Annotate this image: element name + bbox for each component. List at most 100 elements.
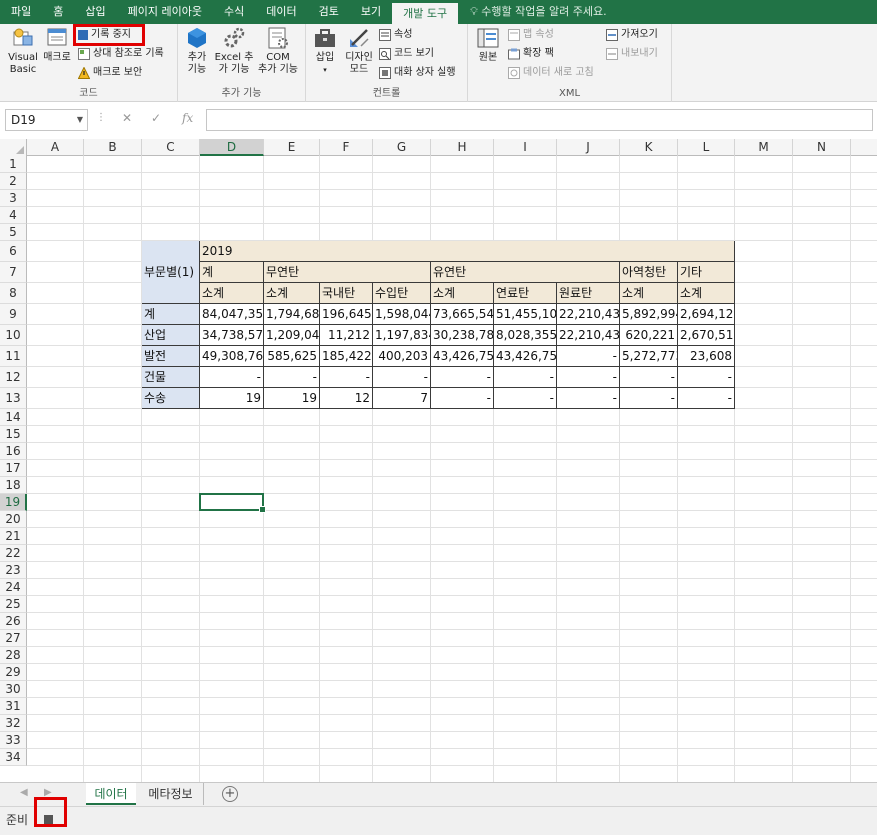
column-header-F[interactable]: F (320, 139, 373, 156)
data-cell[interactable]: - (431, 367, 494, 388)
row-label-cell[interactable]: 수송 (142, 388, 200, 409)
row-label-cell[interactable]: 발전 (142, 346, 200, 367)
active-cell-selection[interactable] (199, 493, 266, 513)
column-header-E[interactable]: E (264, 139, 320, 156)
column-header-K[interactable]: K (620, 139, 678, 156)
data-cell[interactable]: 185,422 (320, 346, 373, 367)
group-header-cell[interactable]: 유연탄 (431, 262, 620, 283)
data-cell[interactable]: - (557, 388, 620, 409)
row-header-10[interactable]: 10 (0, 325, 27, 346)
year-header-cell[interactable]: 2019 (200, 241, 735, 262)
insert-control-button[interactable]: 삽입 ▾ (309, 26, 341, 76)
data-cell[interactable]: 5,272,773 (620, 346, 678, 367)
row-header-15[interactable]: 15 (0, 426, 27, 443)
data-cell[interactable]: - (678, 388, 735, 409)
row-header-13[interactable]: 13 (0, 388, 27, 409)
data-cell[interactable]: 22,210,434 (557, 304, 620, 325)
data-cell[interactable]: - (200, 367, 264, 388)
data-cell[interactable]: 84,047,352 (200, 304, 264, 325)
data-cell[interactable]: - (320, 367, 373, 388)
sheet-tab-data[interactable]: 데이터 (86, 783, 136, 805)
subheader-cell[interactable]: 소계 (620, 283, 678, 304)
data-cell[interactable]: 49,308,760 (200, 346, 264, 367)
row-header-3[interactable]: 3 (0, 190, 27, 207)
row-header-9[interactable]: 9 (0, 304, 27, 325)
row-header-34[interactable]: 34 (0, 749, 27, 766)
column-header-N[interactable]: N (793, 139, 851, 156)
ribbon-tab-0[interactable]: 파일 (0, 0, 42, 24)
row-header-30[interactable]: 30 (0, 681, 27, 698)
column-header-H[interactable]: H (431, 139, 494, 156)
data-cell[interactable]: 30,238,789 (431, 325, 494, 346)
row-header-31[interactable]: 31 (0, 698, 27, 715)
row-header-11[interactable]: 11 (0, 346, 27, 367)
data-cell[interactable]: 1,197,834 (373, 325, 431, 346)
data-cell[interactable]: 51,455,108 (494, 304, 557, 325)
com-addins-button[interactable]: COM 추가 기능 (256, 26, 300, 76)
ribbon-tab-3[interactable]: 페이지 레이아웃 (117, 0, 213, 24)
ribbon-tab-7[interactable]: 보기 (350, 0, 392, 24)
data-cell[interactable]: 19 (200, 388, 264, 409)
data-cell[interactable]: - (620, 388, 678, 409)
sheet-tab-meta[interactable]: 메타정보 (138, 783, 204, 805)
row-header-4[interactable]: 4 (0, 207, 27, 224)
expansion-packs-button[interactable]: 확장 팩 (508, 46, 554, 61)
row-header-7[interactable]: 7 (0, 262, 27, 283)
excel-addins-button[interactable]: Excel 추 가 기능 (214, 26, 254, 76)
row-header-8[interactable]: 8 (0, 283, 27, 304)
row-header-16[interactable]: 16 (0, 443, 27, 460)
data-cell[interactable]: 1,598,044 (373, 304, 431, 325)
subheader-cell[interactable]: 소계 (431, 283, 494, 304)
subheader-cell[interactable]: 국내탄 (320, 283, 373, 304)
data-cell[interactable]: 23,608 (678, 346, 735, 367)
row-header-19[interactable]: 19 (0, 494, 27, 511)
view-code-button[interactable]: 코드 보기 (379, 46, 434, 61)
data-cell[interactable]: 43,426,753 (494, 346, 557, 367)
column-header-C[interactable]: C (142, 139, 200, 156)
data-cell[interactable]: - (264, 367, 320, 388)
import-button[interactable]: 가져오기 (606, 27, 658, 42)
data-cell[interactable]: 2,670,518 (678, 325, 735, 346)
addins-button[interactable]: 추가 기능 (181, 26, 213, 76)
column-header-D[interactable]: D (200, 139, 264, 156)
formula-bar-resize-icon[interactable]: ⋮ (96, 112, 106, 123)
row-header-33[interactable]: 33 (0, 732, 27, 749)
worksheet-grid[interactable]: ABCDEFGHIJKLMN 1 2 3 4 5 6 7 8 9 10 11 12 13 14 15 16 17… (0, 139, 877, 782)
data-cell[interactable]: - (678, 367, 735, 388)
group-header-cell[interactable]: 무연탄 (264, 262, 431, 283)
row-header-26[interactable]: 26 (0, 613, 27, 630)
column-header-L[interactable]: L (678, 139, 735, 156)
design-mode-button[interactable]: 디자인 모드 (342, 26, 376, 76)
ribbon-tab-4[interactable]: 수식 (213, 0, 255, 24)
visual-basic-button[interactable]: Visual Basic (6, 26, 40, 76)
data-cell[interactable]: 2,694,127 (678, 304, 735, 325)
ribbon-tab-6[interactable]: 검토 (308, 0, 350, 24)
data-cell[interactable]: 34,738,573 (200, 325, 264, 346)
data-cell[interactable]: 8,028,355 (494, 325, 557, 346)
subheader-cell[interactable]: 소계 (200, 283, 264, 304)
data-cell[interactable]: 1,794,689 (264, 304, 320, 325)
row-header-24[interactable]: 24 (0, 579, 27, 596)
ribbon-tab-2[interactable]: 삽입 (74, 0, 116, 24)
cell-area[interactable]: 부문별(1) 2019 계 무연탄 유연탄 아역청탄 기타 소계 소계 국내탄 수입탄 소계 연료탄 원료… (27, 156, 877, 782)
row-header-25[interactable]: 25 (0, 596, 27, 613)
row-label-cell[interactable]: 건물 (142, 367, 200, 388)
group-header-cell[interactable]: 기타 (678, 262, 735, 283)
xml-source-button[interactable]: 원본 (472, 26, 504, 64)
relative-reference-button[interactable]: 상대 참조로 기록 (78, 46, 164, 61)
row-header-18[interactable]: 18 (0, 477, 27, 494)
data-cell[interactable]: 73,665,542 (431, 304, 494, 325)
map-properties-button[interactable]: 맵 속성 (508, 27, 554, 42)
data-cell[interactable]: 11,212 (320, 325, 373, 346)
row-header-28[interactable]: 28 (0, 647, 27, 664)
row-header-5[interactable]: 5 (0, 224, 27, 241)
add-sheet-icon[interactable]: + (222, 786, 238, 802)
subheader-cell[interactable]: 수입탄 (373, 283, 431, 304)
formula-input[interactable] (206, 109, 873, 131)
macro-security-button[interactable]: 매크로 보안 (78, 65, 142, 80)
data-cell[interactable]: 43,426,753 (431, 346, 494, 367)
data-cell[interactable]: 400,203 (373, 346, 431, 367)
row-header-32[interactable]: 32 (0, 715, 27, 732)
data-cell[interactable]: 12 (320, 388, 373, 409)
run-dialog-button[interactable]: 대화 상자 실행 (379, 65, 456, 80)
